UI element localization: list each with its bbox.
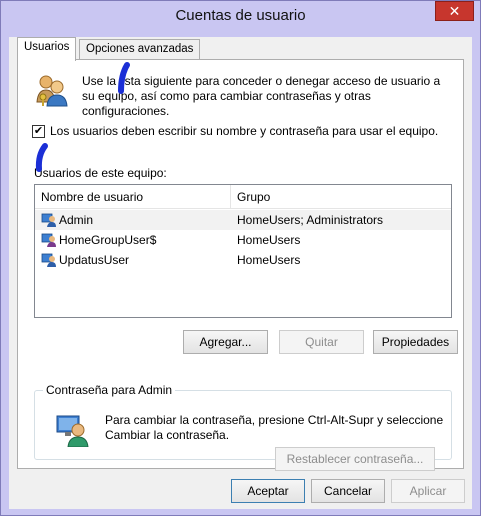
table-row[interactable]: UpdatusUser HomeUsers xyxy=(35,250,451,270)
table-row[interactable]: HomeGroupUser$ HomeUsers xyxy=(35,230,451,250)
properties-button[interactable]: Propiedades xyxy=(373,330,458,354)
tab-opciones-avanzadas[interactable]: Opciones avanzadas xyxy=(79,39,201,60)
row-username: UpdatusUser xyxy=(59,253,130,267)
password-instructions: Para cambiar la contraseña, presione Ctr… xyxy=(105,413,444,442)
column-header-group[interactable]: Grupo xyxy=(231,185,451,209)
users-icon xyxy=(36,75,68,107)
user-monitor-icon xyxy=(56,415,89,447)
checkmark-icon: ✔ xyxy=(33,125,44,137)
require-login-checkbox[interactable]: ✔ xyxy=(32,125,45,138)
users-list-label: Usuarios de este equipo: xyxy=(34,166,167,180)
row-username: HomeGroupUser$ xyxy=(59,233,157,247)
require-login-label[interactable]: Los usuarios deben escribir su nombre y … xyxy=(50,124,450,139)
ok-button[interactable]: Aceptar xyxy=(231,479,305,503)
row-group: HomeUsers xyxy=(237,253,301,267)
user-icon xyxy=(41,213,56,227)
users-tab-panel: Use la lista siguiente para conceder o d… xyxy=(17,59,464,471)
window-title: Cuentas de usuario xyxy=(175,7,306,24)
remove-user-button[interactable]: Quitar xyxy=(279,330,364,354)
tab-usuarios[interactable]: Usuarios xyxy=(17,37,77,61)
close-icon: ✕ xyxy=(448,3,461,19)
password-groupbox: Contraseña para Admin Para cambiar la co… xyxy=(34,383,452,471)
listview-header: Nombre de usuario Grupo xyxy=(35,185,451,209)
user-icon xyxy=(41,253,56,267)
dialog-client-area: Usuarios Opciones avanzadas Use la lista… xyxy=(9,37,472,509)
close-button[interactable]: ✕ xyxy=(435,1,474,21)
column-header-username[interactable]: Nombre de usuario xyxy=(35,185,231,209)
row-username: Admin xyxy=(59,213,94,227)
row-group: HomeUsers; Administrators xyxy=(237,213,384,227)
title-bar[interactable]: Cuentas de usuario ✕ xyxy=(1,1,480,31)
user-icon xyxy=(41,233,56,247)
users-listview[interactable]: Nombre de usuario Grupo Admin HomeUsers;… xyxy=(34,184,452,318)
add-user-button[interactable]: Agregar... xyxy=(183,330,268,354)
panel-description: Use la lista siguiente para conceder o d… xyxy=(82,74,441,118)
cancel-button[interactable]: Cancelar xyxy=(311,479,385,503)
password-group-title: Contraseña para Admin xyxy=(43,383,176,397)
reset-password-button[interactable]: Restablecer contraseña... xyxy=(275,447,435,471)
row-group: HomeUsers xyxy=(237,233,301,247)
table-row[interactable]: Admin HomeUsers; Administrators xyxy=(35,210,451,230)
user-accounts-window: Cuentas de usuario ✕ Usuarios Opciones a… xyxy=(0,0,481,516)
apply-button[interactable]: Aplicar xyxy=(391,479,465,503)
